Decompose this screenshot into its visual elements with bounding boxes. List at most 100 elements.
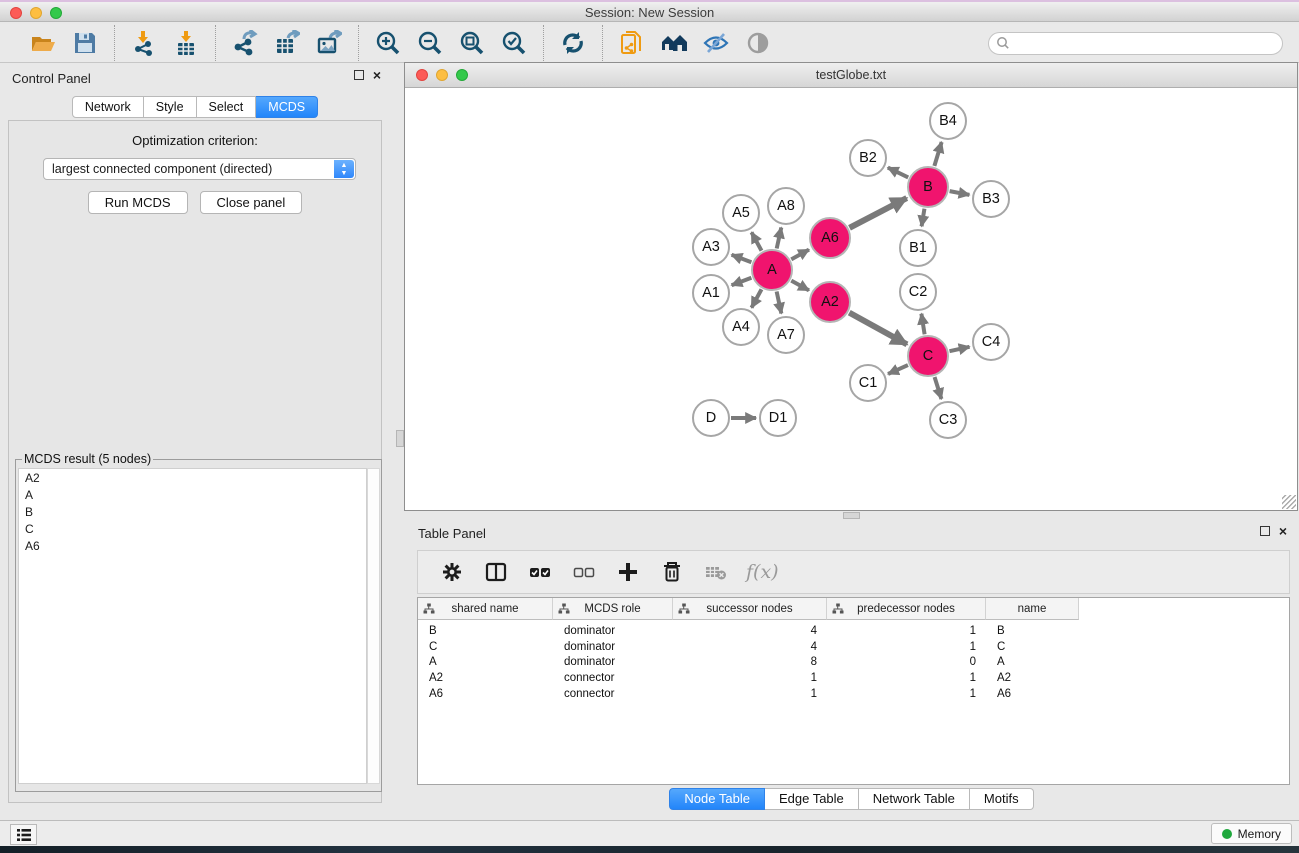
column-header-shared-name[interactable]: shared name [418, 598, 553, 620]
graph-node-c1[interactable]: C1 [849, 364, 887, 402]
network-canvas[interactable]: A5A8A3A1A4A7AA6A2B2B4BB3B1C2C4CC1C3DD1 [405, 88, 1297, 510]
cell-shared-name[interactable]: A6 [418, 687, 553, 703]
graph-node-a3[interactable]: A3 [692, 228, 730, 266]
cell-shared-name[interactable]: C [418, 640, 553, 656]
horizontal-split-handle[interactable] [843, 512, 860, 519]
show-selected-icon[interactable] [743, 28, 773, 58]
graph-node-b4[interactable]: B4 [929, 102, 967, 140]
mcds-result-item-c[interactable]: C [19, 520, 366, 537]
table-float-panel-icon[interactable] [1260, 526, 1270, 536]
graph-node-c3[interactable]: C3 [929, 401, 967, 439]
table-row-b[interactable]: Bdominator41B [418, 624, 1289, 640]
cell-shared-name[interactable]: B [418, 624, 553, 640]
criterion-select[interactable]: largest connected component (directed) ▲… [43, 158, 356, 180]
tab-network[interactable]: Network [72, 96, 144, 118]
zoom-fit-icon[interactable] [457, 28, 487, 58]
mcds-result-item-a6[interactable]: A6 [19, 537, 366, 554]
graph-edge-c-c3[interactable] [935, 377, 942, 399]
cell-shared-name[interactable]: A [418, 655, 553, 671]
copy-network-icon[interactable] [617, 28, 647, 58]
save-session-icon[interactable] [70, 28, 100, 58]
table-settings-gear-icon[interactable] [439, 559, 465, 585]
graph-node-b1[interactable]: B1 [899, 229, 937, 267]
search-input[interactable] [988, 32, 1283, 55]
cell-name[interactable]: A [986, 655, 1079, 671]
column-view-icon[interactable] [483, 559, 509, 585]
graph-edge-b-b2[interactable] [888, 168, 908, 178]
graph-node-b2[interactable]: B2 [849, 139, 887, 177]
mcds-result-item-a[interactable]: A [19, 486, 366, 503]
task-history-button[interactable] [10, 824, 37, 845]
import-network-icon[interactable] [129, 28, 159, 58]
network-window-titlebar[interactable]: testGlobe.txt [405, 63, 1297, 88]
mcds-result-item-a2[interactable]: A2 [19, 469, 366, 486]
column-header-predecessor-nodes[interactable]: predecessor nodes [827, 598, 986, 620]
graph-edge-a-a5[interactable] [752, 232, 762, 250]
cell-predecessor-nodes[interactable]: 1 [827, 640, 986, 656]
tab-style[interactable]: Style [144, 96, 197, 118]
graph-edge-c-c2[interactable] [921, 314, 924, 335]
graph-edge-b-b4[interactable] [934, 142, 941, 166]
cell-predecessor-nodes[interactable]: 1 [827, 624, 986, 640]
close-panel-icon[interactable]: × [373, 70, 381, 80]
graph-edge-c-c1[interactable] [888, 365, 908, 374]
memory-button[interactable]: Memory [1211, 823, 1292, 844]
hide-selected-icon[interactable] [701, 28, 731, 58]
graph-edge-c-c4[interactable] [949, 347, 969, 351]
cell-name[interactable]: A2 [986, 671, 1079, 687]
cell-mcds-role[interactable]: dominator [553, 655, 673, 671]
add-column-icon[interactable] [615, 559, 641, 585]
graph-edge-a-a6[interactable] [791, 250, 809, 260]
table-row-a[interactable]: Adominator80A [418, 655, 1289, 671]
refresh-icon[interactable] [558, 28, 588, 58]
graph-edge-a-a3[interactable] [732, 255, 752, 262]
graph-node-c4[interactable]: C4 [972, 323, 1010, 361]
select-all-icon[interactable] [527, 559, 553, 585]
table-row-a6[interactable]: A6connector11A6 [418, 687, 1289, 703]
graph-node-b[interactable]: B [907, 166, 949, 208]
table-tab-edge-table[interactable]: Edge Table [765, 788, 859, 810]
zoom-selected-icon[interactable] [499, 28, 529, 58]
graph-edge-a-a2[interactable] [791, 281, 809, 291]
cell-successor-nodes[interactable]: 1 [673, 687, 827, 703]
cell-name[interactable]: C [986, 640, 1079, 656]
graph-edge-a2-c[interactable] [849, 313, 907, 345]
mcds-result-item-b[interactable]: B [19, 503, 366, 520]
cell-successor-nodes[interactable]: 4 [673, 640, 827, 656]
graph-node-a7[interactable]: A7 [767, 316, 805, 354]
graph-edge-a-a7[interactable] [777, 292, 782, 314]
table-row-c[interactable]: Cdominator41C [418, 640, 1289, 656]
column-header-successor-nodes[interactable]: successor nodes [673, 598, 827, 620]
export-network-icon[interactable] [230, 28, 260, 58]
graph-edge-a6-b[interactable] [850, 198, 907, 228]
cell-shared-name[interactable]: A2 [418, 671, 553, 687]
table-tab-motifs[interactable]: Motifs [970, 788, 1034, 810]
table-close-panel-icon[interactable]: × [1279, 526, 1287, 536]
graph-edge-a-a8[interactable] [777, 227, 782, 248]
vertical-split-handle[interactable] [396, 430, 404, 447]
zoom-in-icon[interactable] [373, 28, 403, 58]
graph-node-a4[interactable]: A4 [722, 308, 760, 346]
graph-node-a8[interactable]: A8 [767, 187, 805, 225]
graph-edge-a-a1[interactable] [732, 278, 752, 285]
close-panel-button[interactable]: Close panel [200, 191, 303, 214]
table-tab-network-table[interactable]: Network Table [859, 788, 970, 810]
graph-node-a2[interactable]: A2 [809, 281, 851, 323]
export-image-icon[interactable] [314, 28, 344, 58]
cell-mcds-role[interactable]: connector [553, 671, 673, 687]
graph-node-d1[interactable]: D1 [759, 399, 797, 437]
graph-node-b3[interactable]: B3 [972, 180, 1010, 218]
column-header-mcds-role[interactable]: MCDS role [553, 598, 673, 620]
import-table-icon[interactable] [171, 28, 201, 58]
cell-predecessor-nodes[interactable]: 0 [827, 655, 986, 671]
delete-column-icon[interactable] [659, 559, 685, 585]
cell-mcds-role[interactable]: dominator [553, 640, 673, 656]
graph-node-d[interactable]: D [692, 399, 730, 437]
delete-table-icon[interactable] [703, 559, 729, 585]
cell-mcds-role[interactable]: dominator [553, 624, 673, 640]
show-all-networks-icon[interactable] [659, 28, 689, 58]
tab-mcds[interactable]: MCDS [256, 96, 318, 118]
table-tab-node-table[interactable]: Node Table [669, 788, 765, 810]
graph-edge-a-a4[interactable] [752, 289, 762, 307]
function-builder-button[interactable]: f(x) [746, 561, 779, 583]
